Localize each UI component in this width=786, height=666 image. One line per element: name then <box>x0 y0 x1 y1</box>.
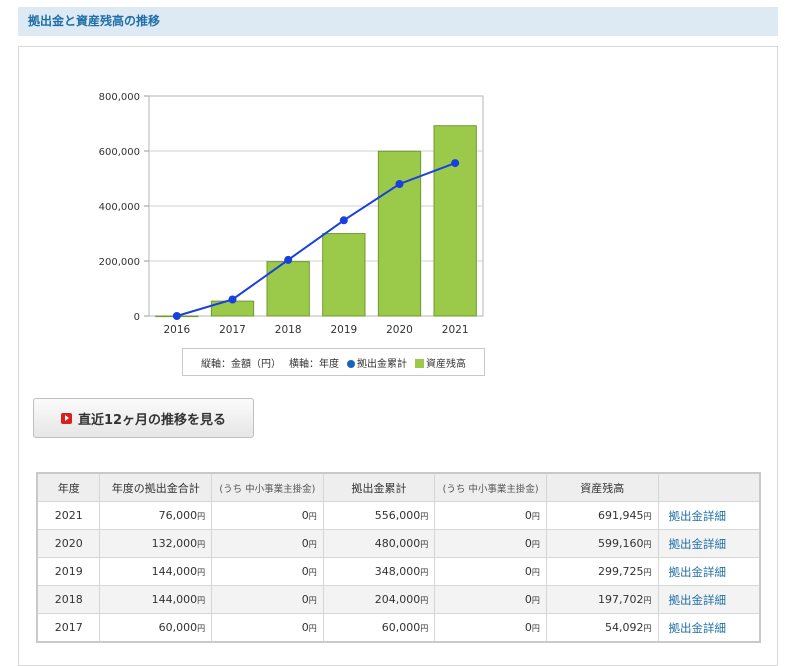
header-annual: 年度の拠出金合計 <box>99 472 213 502</box>
line-point <box>339 216 348 225</box>
line-point <box>395 180 404 188</box>
legend-vertical-axis: 縦軸：金額（円） <box>201 358 281 370</box>
cell-year: 2020 <box>36 529 101 558</box>
legend-bar-label: 資産残高 <box>426 358 466 370</box>
line-point <box>228 295 237 304</box>
x-tick-label: 2020 <box>386 324 413 336</box>
x-tick-label: 2019 <box>330 324 357 336</box>
y-tick-label: 200,000 <box>99 257 140 268</box>
cell-cumulative-sme: 0円 <box>434 529 547 558</box>
line-point <box>451 159 460 168</box>
cell-cumulative: 556,000円 <box>322 501 436 530</box>
cell-cumulative: 60,000円 <box>322 613 436 643</box>
cell-cumulative-sme: 0円 <box>434 585 547 614</box>
contribution-detail-link[interactable]: 拠出金詳細 <box>669 565 727 579</box>
legend-bar-item: 資産残高 <box>415 355 466 370</box>
cell-link: 拠出金詳細 <box>657 557 761 586</box>
header-cumulative-sme: (うち 中小事業主掛金) <box>434 472 547 502</box>
contribution-balance-chart: 0 200,000 400,000 600,000 800,000 2016 2017 201… <box>99 92 484 336</box>
table-row: 2018 144,000円 0円 204,000円 0円 197,702円 拠出… <box>36 585 761 614</box>
legend-line-item: 拠出金累計 <box>347 355 407 370</box>
contribution-history-table: 年度 年度の拠出金合計 (うち 中小事業主掛金) 拠出金累計 (うち 中小事業主… <box>36 472 761 643</box>
line-point <box>172 312 181 320</box>
cell-year: 2018 <box>36 585 101 614</box>
table-row: 2021 76,000円 0円 556,000円 0円 691,945円 拠出金… <box>36 501 761 530</box>
y-tick-label: 600,000 <box>99 147 140 158</box>
header-year: 年度 <box>36 472 101 502</box>
x-tick-label: 2018 <box>275 324 302 336</box>
cell-annual-sme: 0円 <box>211 557 324 586</box>
cell-balance: 691,945円 <box>545 501 659 530</box>
header-cumulative: 拠出金累計 <box>322 472 436 502</box>
cell-annual-sme: 0円 <box>211 613 324 643</box>
cell-cumulative-sme: 0円 <box>434 613 547 643</box>
y-tick-label: 800,000 <box>99 92 140 103</box>
cell-cumulative: 348,000円 <box>322 557 436 586</box>
legend-line-label: 拠出金累計 <box>357 358 407 370</box>
recent-12-months-label: 直近12ヶ月の推移を見る <box>77 412 227 428</box>
cell-balance: 54,092円 <box>545 613 659 643</box>
play-icon <box>60 412 72 424</box>
cell-link: 拠出金詳細 <box>657 501 761 530</box>
y-tick-label: 0 <box>134 312 140 323</box>
bar <box>433 125 477 317</box>
cell-year: 2019 <box>36 557 101 586</box>
cell-cumulative-sme: 0円 <box>434 501 547 530</box>
cell-annual: 144,000円 <box>99 557 213 586</box>
cell-annual-sme: 0円 <box>211 529 324 558</box>
cell-annual: 60,000円 <box>99 613 213 643</box>
table-row: 2017 60,000円 0円 60,000円 0円 54,092円 拠出金詳細 <box>36 613 761 643</box>
cell-cumulative: 480,000円 <box>322 529 436 558</box>
legend-dot-icon <box>347 359 355 368</box>
cell-link: 拠出金詳細 <box>657 613 761 643</box>
header-link <box>657 472 761 502</box>
contribution-detail-link[interactable]: 拠出金詳細 <box>669 537 727 551</box>
table-header-row: 年度 年度の拠出金合計 (うち 中小事業主掛金) 拠出金累計 (うち 中小事業主… <box>36 472 761 502</box>
header-balance: 資産残高 <box>545 472 659 502</box>
header-annual-sme: (うち 中小事業主掛金) <box>211 472 324 502</box>
recent-12-months-button[interactable]: 直近12ヶ月の推移を見る <box>33 398 254 438</box>
table-row: 2020 132,000円 0円 480,000円 0円 599,160円 拠出… <box>36 529 761 558</box>
legend-box-icon <box>415 359 424 368</box>
cell-year: 2021 <box>36 501 101 530</box>
cell-annual: 144,000円 <box>99 585 213 614</box>
cell-annual: 132,000円 <box>99 529 213 558</box>
chart-legend: 縦軸：金額（円） 横軸：年度 拠出金累計 資産残高 <box>182 348 485 376</box>
bar <box>377 150 422 317</box>
x-tick-label: 2021 <box>442 324 469 336</box>
cell-link: 拠出金詳細 <box>657 585 761 614</box>
cell-link: 拠出金詳細 <box>657 529 761 558</box>
line-point <box>284 255 293 264</box>
contribution-detail-link[interactable]: 拠出金詳細 <box>669 621 727 635</box>
x-tick-label: 2016 <box>163 324 190 336</box>
cell-balance: 599,160円 <box>545 529 659 558</box>
cell-balance: 197,702円 <box>545 585 659 614</box>
cell-year: 2017 <box>36 613 101 643</box>
cell-annual-sme: 0円 <box>211 585 324 614</box>
cell-annual: 76,000円 <box>99 501 213 530</box>
cell-balance: 299,725円 <box>545 557 659 586</box>
cell-cumulative: 204,000円 <box>322 585 436 614</box>
x-tick-label: 2017 <box>219 324 246 336</box>
contribution-detail-link[interactable]: 拠出金詳細 <box>669 593 727 607</box>
legend-horizontal-axis: 横軸：年度 <box>289 358 339 370</box>
cell-annual-sme: 0円 <box>211 501 324 530</box>
cell-cumulative-sme: 0円 <box>434 557 547 586</box>
contribution-detail-link[interactable]: 拠出金詳細 <box>669 509 727 523</box>
bar <box>322 233 366 317</box>
y-tick-label: 400,000 <box>99 202 140 213</box>
table-row: 2019 144,000円 0円 348,000円 0円 299,725円 拠出… <box>36 557 761 586</box>
